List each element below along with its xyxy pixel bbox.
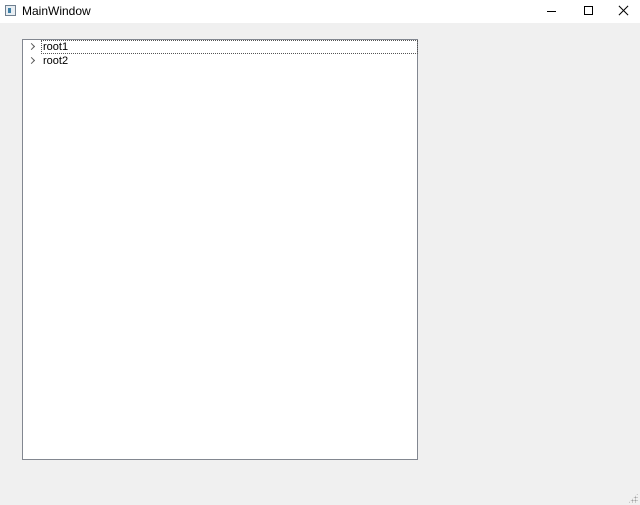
close-button[interactable] [606, 0, 640, 23]
minimize-button[interactable] [534, 0, 568, 23]
maximize-button[interactable] [571, 0, 605, 23]
tree-view[interactable]: root1 root2 [22, 39, 418, 460]
tree-item-root1[interactable]: root1 [24, 40, 418, 54]
title-bar[interactable]: MainWindow [0, 0, 640, 23]
app-icon [5, 5, 16, 16]
tree-item-label: root2 [43, 55, 69, 67]
tree-item-root2[interactable]: root2 [24, 54, 416, 68]
chevron-right-icon[interactable] [27, 41, 39, 53]
size-grip[interactable] [628, 493, 638, 503]
tree-item-label: root1 [41, 40, 418, 54]
chevron-right-icon[interactable] [27, 55, 39, 67]
window-title: MainWindow [22, 4, 91, 18]
